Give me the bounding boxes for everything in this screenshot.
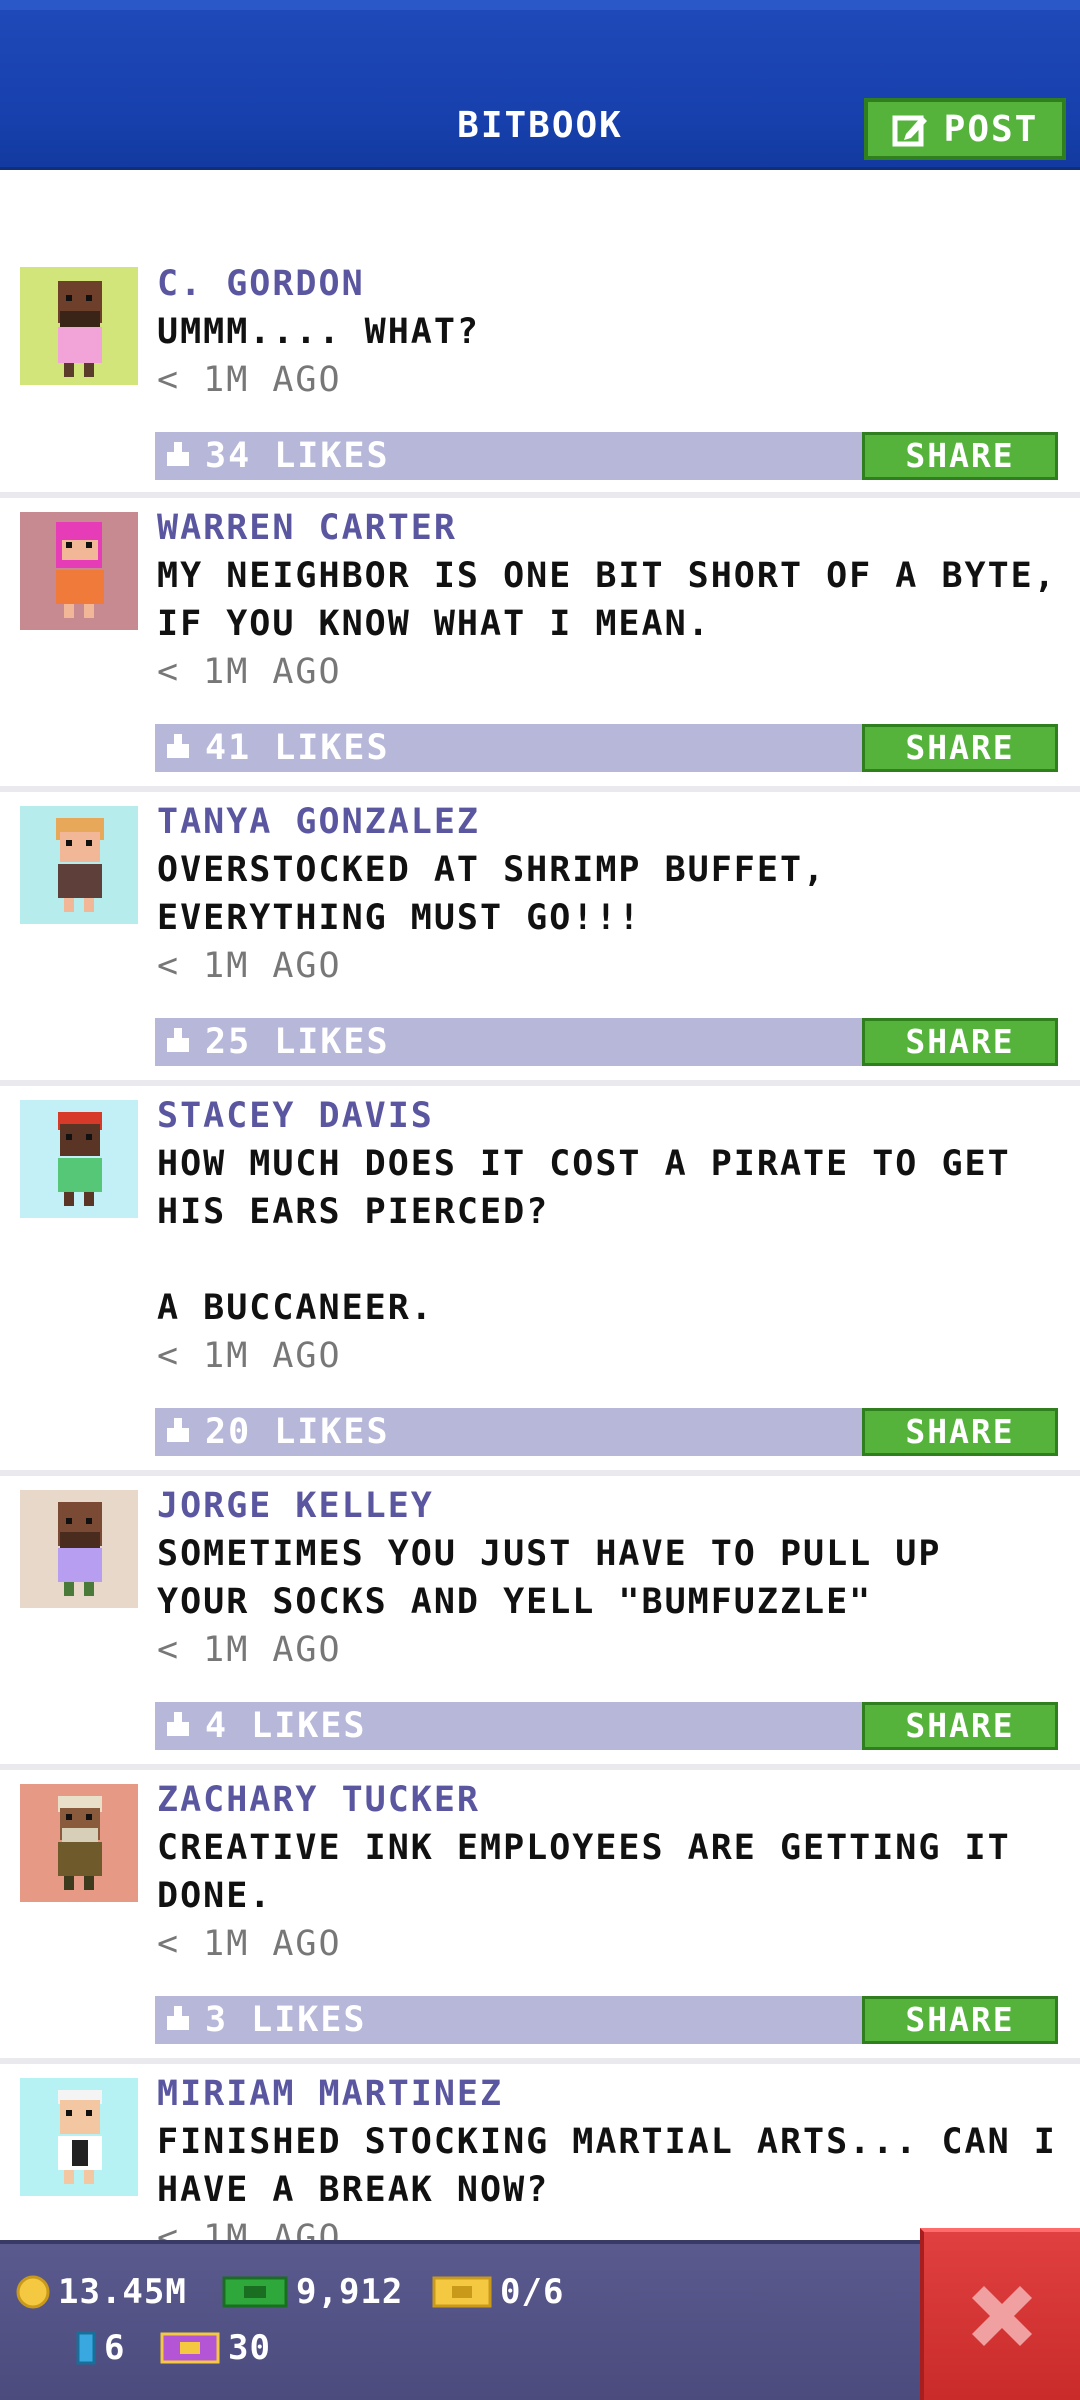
like-bar: 3 LIKES SHARE bbox=[155, 1996, 1058, 2044]
post-author[interactable]: WARREN CARTER bbox=[157, 504, 1058, 552]
share-button[interactable]: SHARE bbox=[862, 432, 1058, 480]
like-bar: 25 LIKES SHARE bbox=[155, 1018, 1058, 1066]
bitbook-feed[interactable]: C. GORDON UMMM.... WHAT? < 1M AGO 34 LIK… bbox=[0, 170, 1080, 2240]
tickets-stat: 0/6 bbox=[432, 2272, 564, 2312]
post-time: < 1M AGO bbox=[157, 652, 342, 692]
share-button[interactable]: SHARE bbox=[862, 724, 1058, 772]
avatar bbox=[20, 1784, 138, 1902]
coins-stat: 13.45M bbox=[16, 2272, 187, 2312]
thumbs-up-icon[interactable] bbox=[165, 2004, 191, 2034]
edit-icon bbox=[892, 115, 927, 147]
thumbs-up-icon[interactable] bbox=[165, 732, 191, 762]
feed-post: ZACHARY TUCKER CREATIVE INK EMPLOYEES AR… bbox=[0, 1776, 1080, 2064]
thumbs-up-icon[interactable] bbox=[165, 440, 191, 470]
avatar bbox=[20, 512, 138, 630]
like-count: 20 LIKES bbox=[205, 1412, 390, 1452]
post-author[interactable]: ZACHARY TUCKER bbox=[157, 1776, 1058, 1824]
resource-bar: 13.45M 9,912 0/6 6 30 bbox=[0, 2240, 1080, 2400]
like-count: 4 LIKES bbox=[205, 1706, 367, 1746]
feed-post: TANYA GONZALEZ OVERSTOCKED AT SHRIMP BUF… bbox=[0, 798, 1080, 1086]
device-icon bbox=[76, 2331, 96, 2365]
tickets-value: 0/6 bbox=[500, 2272, 565, 2312]
like-bar: 20 LIKES SHARE bbox=[155, 1408, 1058, 1456]
like-count: 25 LIKES bbox=[205, 1022, 390, 1062]
post-time: < 1M AGO bbox=[157, 360, 342, 400]
share-button[interactable]: SHARE bbox=[862, 1018, 1058, 1066]
post-button-label: POST bbox=[943, 108, 1039, 150]
avatar bbox=[20, 267, 138, 385]
feed-post: MIRIAM MARTINEZ FINISHED STOCKING MARTIA… bbox=[0, 2070, 1080, 2240]
avatar bbox=[20, 806, 138, 924]
post-time: < 1M AGO bbox=[157, 1924, 342, 1964]
post-content: MIRIAM MARTINEZ FINISHED STOCKING MARTIA… bbox=[157, 2070, 1058, 2240]
post-message: MY NEIGHBOR IS ONE BIT SHORT OF A BYTE, … bbox=[157, 556, 1057, 644]
feed-post: WARREN CARTER MY NEIGHBOR IS ONE BIT SHO… bbox=[0, 504, 1080, 792]
thumbs-up-icon[interactable] bbox=[165, 1710, 191, 1740]
share-button[interactable]: SHARE bbox=[862, 1702, 1058, 1750]
coins-value: 13.45M bbox=[58, 2272, 187, 2312]
post-author[interactable]: STACEY DAVIS bbox=[157, 1092, 1058, 1140]
close-icon bbox=[972, 2286, 1032, 2346]
like-bar: 4 LIKES SHARE bbox=[155, 1702, 1058, 1750]
like-count: 3 LIKES bbox=[205, 2000, 367, 2040]
feed-post: STACEY DAVIS HOW MUCH DOES IT COST A PIR… bbox=[0, 1092, 1080, 1476]
thumbs-up-icon[interactable] bbox=[165, 1026, 191, 1056]
post-author[interactable]: JORGE KELLEY bbox=[157, 1482, 1058, 1530]
post-content: ZACHARY TUCKER CREATIVE INK EMPLOYEES AR… bbox=[157, 1776, 1058, 1968]
bux-icon bbox=[222, 2276, 288, 2308]
post-content: WARREN CARTER MY NEIGHBOR IS ONE BIT SHO… bbox=[157, 504, 1058, 696]
post-message: CREATIVE INK EMPLOYEES ARE GETTING IT DO… bbox=[157, 1828, 1011, 1916]
post-author[interactable]: TANYA GONZALEZ bbox=[157, 798, 1058, 846]
share-button[interactable]: SHARE bbox=[862, 1996, 1058, 2044]
thumbs-up-icon[interactable] bbox=[165, 1416, 191, 1446]
post-content: JORGE KELLEY SOMETIMES YOU JUST HAVE TO … bbox=[157, 1482, 1058, 1674]
like-bar: 34 LIKES SHARE bbox=[155, 432, 1058, 480]
post-message: SOMETIMES YOU JUST HAVE TO PULL UP YOUR … bbox=[157, 1534, 942, 1622]
post-author[interactable]: MIRIAM MARTINEZ bbox=[157, 2070, 1058, 2118]
like-bar: 41 LIKES SHARE bbox=[155, 724, 1058, 772]
post-author[interactable]: C. GORDON bbox=[157, 260, 1058, 308]
devices-stat: 6 bbox=[76, 2328, 125, 2368]
bux-stat: 9,912 bbox=[222, 2272, 403, 2312]
like-count: 41 LIKES bbox=[205, 728, 390, 768]
post-time: < 1M AGO bbox=[157, 1630, 342, 1670]
post-message: FINISHED STOCKING MARTIAL ARTS... CAN I … bbox=[157, 2122, 1057, 2210]
golden-ticket-icon bbox=[160, 2332, 220, 2364]
avatar bbox=[20, 2078, 138, 2196]
post-time: < 1M AGO bbox=[157, 1336, 342, 1376]
avatar bbox=[20, 1100, 138, 1218]
like-count: 34 LIKES bbox=[205, 436, 390, 476]
feed-post: C. GORDON UMMM.... WHAT? < 1M AGO 34 LIK… bbox=[0, 260, 1080, 498]
feed-post: JORGE KELLEY SOMETIMES YOU JUST HAVE TO … bbox=[0, 1482, 1080, 1770]
post-button[interactable]: POST bbox=[864, 98, 1066, 160]
share-button[interactable]: SHARE bbox=[862, 1408, 1058, 1456]
avatar bbox=[20, 1490, 138, 1608]
golden-tickets-value: 30 bbox=[228, 2328, 271, 2368]
post-message: HOW MUCH DOES IT COST A PIRATE TO GET HI… bbox=[157, 1144, 1011, 1328]
post-content: C. GORDON UMMM.... WHAT? < 1M AGO bbox=[157, 260, 1058, 404]
golden-tickets-stat: 30 bbox=[160, 2328, 271, 2368]
bux-value: 9,912 bbox=[296, 2272, 404, 2312]
top-bar: BITBOOK POST bbox=[0, 0, 1080, 170]
ticket-icon bbox=[432, 2276, 492, 2308]
post-content: TANYA GONZALEZ OVERSTOCKED AT SHRIMP BUF… bbox=[157, 798, 1058, 990]
close-button[interactable] bbox=[920, 2228, 1080, 2400]
post-message: UMMM.... WHAT? bbox=[157, 312, 481, 352]
post-time: < 1M AGO bbox=[157, 946, 342, 986]
post-content: STACEY DAVIS HOW MUCH DOES IT COST A PIR… bbox=[157, 1092, 1058, 1380]
post-message: OVERSTOCKED AT SHRIMP BUFFET, EVERYTHING… bbox=[157, 850, 827, 938]
coin-icon bbox=[16, 2275, 50, 2309]
devices-value: 6 bbox=[104, 2328, 126, 2368]
